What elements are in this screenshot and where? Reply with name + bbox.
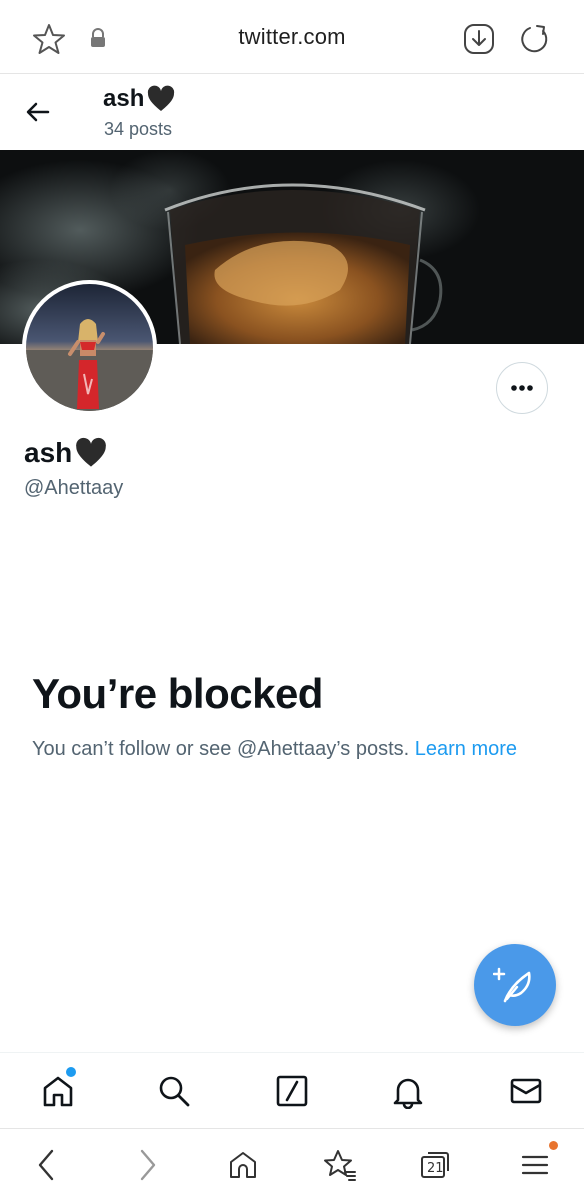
url-bar[interactable]: twitter.com [0, 24, 584, 50]
reload-icon[interactable] [518, 22, 552, 56]
header-name: ash [103, 85, 176, 113]
twitter-bottom-nav [0, 1052, 584, 1128]
home-icon [43, 1076, 73, 1107]
browser-forward-button[interactable] [128, 1145, 168, 1185]
black-heart-icon [76, 437, 107, 467]
learn-more-link[interactable]: Learn more [415, 738, 517, 760]
back-arrow-icon[interactable] [22, 96, 54, 128]
browser-menu-button[interactable] [515, 1141, 558, 1185]
search-icon [159, 1076, 190, 1107]
browser-home-button[interactable] [223, 1145, 263, 1185]
blocked-message-text: You can’t follow or see @Ahettaay’s post… [32, 738, 410, 760]
tabs-count: 21 [427, 1161, 444, 1176]
nav-search[interactable] [154, 1071, 194, 1111]
nav-notifications[interactable] [388, 1071, 428, 1111]
avatar-image [26, 284, 153, 411]
compose-feather-icon [493, 967, 531, 1003]
profile-name: ash [24, 437, 108, 469]
blocked-title: You’re blocked [32, 670, 323, 717]
chevron-left-icon [38, 1149, 54, 1181]
browser-back-button[interactable] [26, 1145, 66, 1185]
nav-grok[interactable] [272, 1071, 312, 1111]
profile-avatar[interactable] [22, 280, 157, 415]
nav-home[interactable] [38, 1067, 78, 1111]
bookmarks-star-icon [324, 1150, 356, 1181]
messages-icon [510, 1078, 542, 1104]
black-heart-icon [148, 85, 175, 111]
hamburger-menu-icon [521, 1155, 549, 1175]
profile-handle: @Ahettaay [24, 477, 124, 499]
compose-post-button[interactable] [474, 944, 556, 1026]
notifications-icon [393, 1078, 423, 1109]
home-notification-dot [66, 1067, 76, 1077]
blocked-message: You can’t follow or see @Ahettaay’s post… [32, 734, 532, 764]
browser-bottom-bar: 21 [0, 1128, 584, 1200]
browser-bookmarks-button[interactable] [320, 1145, 360, 1185]
download-icon[interactable] [462, 22, 496, 56]
browser-home-icon [230, 1152, 256, 1178]
menu-notification-dot [549, 1141, 558, 1150]
grok-icon [276, 1075, 308, 1107]
more-dots-icon [511, 385, 533, 391]
post-count: 34 posts [104, 119, 173, 139]
nav-messages[interactable] [506, 1071, 546, 1111]
header-name-text: ash [103, 85, 145, 112]
profile-header: ash 34 posts [0, 74, 584, 150]
browser-top-bar: twitter.com [0, 0, 584, 74]
more-options-button[interactable] [496, 362, 548, 414]
browser-tabs-button[interactable]: 21 [416, 1145, 456, 1185]
profile-name-text: ash [24, 437, 73, 468]
chevron-right-icon [140, 1149, 156, 1181]
